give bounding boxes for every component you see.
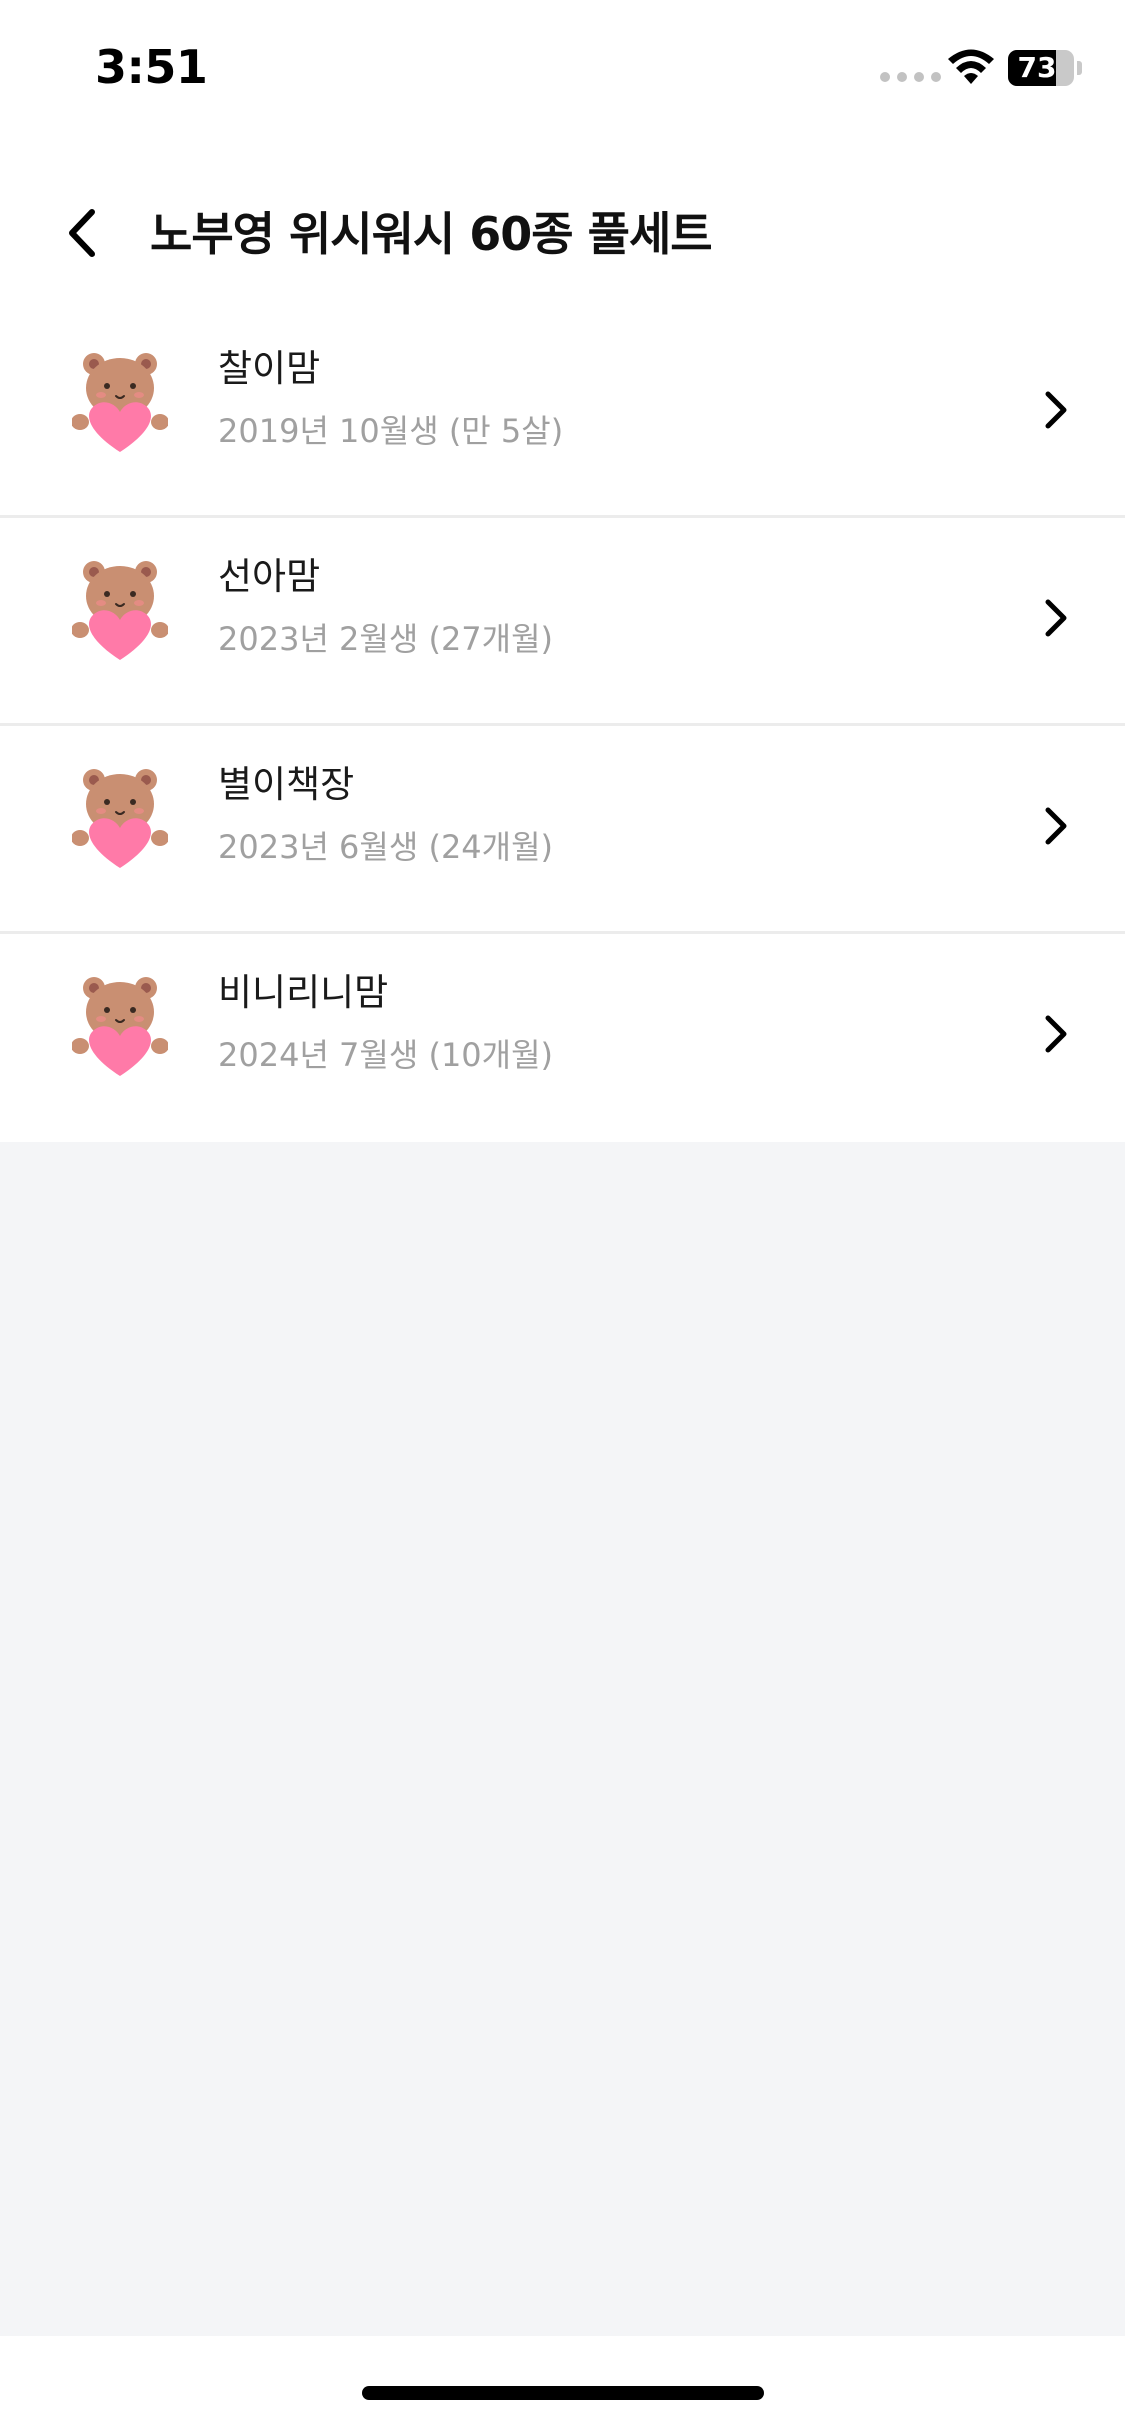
user-name: 선아맘: [218, 555, 321, 598]
bear-heart-avatar: [71, 764, 169, 874]
user-child-info: 2023년 2월생 (27개월): [218, 620, 554, 658]
page-title: 노부영 위시워시 60종 풀세트: [150, 207, 713, 261]
list-item[interactable]: 찰이맘 2019년 10월생 (만 5살): [0, 310, 1125, 518]
battery-percent: 73: [1017, 51, 1057, 84]
list-item[interactable]: 비니리니맘 2024년 7월생 (10개월): [0, 934, 1125, 1142]
cellular-signal-icon: [880, 72, 941, 82]
user-name: 비니리니맘: [218, 971, 389, 1014]
header: 노부영 위시워시 60종 풀세트: [0, 150, 1125, 310]
chevron-right-icon: [1045, 599, 1067, 637]
user-child-info: 2019년 10월생 (만 5살): [218, 412, 564, 450]
user-name: 찰이맘: [218, 347, 321, 390]
wifi-icon: [948, 49, 994, 84]
user-child-info: 2023년 6월생 (24개월): [218, 828, 554, 866]
home-bar-area: [0, 2336, 1125, 2436]
battery-cap: [1077, 61, 1082, 75]
bear-heart-avatar: [71, 972, 169, 1082]
list-item[interactable]: 선아맘 2023년 2월생 (27개월): [0, 518, 1125, 726]
user-list: 찰이맘 2019년 10월생 (만 5살) 선아맘 2023년 2월생 (27개…: [0, 310, 1125, 1142]
list-item[interactable]: 별이책장 2023년 6월생 (24개월): [0, 726, 1125, 934]
chevron-left-icon: [69, 209, 95, 257]
bear-heart-avatar: [71, 556, 169, 666]
bear-heart-avatar: [71, 348, 169, 458]
chevron-right-icon: [1045, 391, 1067, 429]
user-name: 별이책장: [218, 763, 355, 806]
status-bar: 3:51 73: [0, 0, 1125, 150]
chevron-right-icon: [1045, 807, 1067, 845]
user-child-info: 2024년 7월생 (10개월): [218, 1036, 554, 1074]
back-button[interactable]: [50, 198, 120, 268]
chevron-right-icon: [1045, 1015, 1067, 1053]
status-time: 3:51: [95, 40, 208, 94]
battery-icon: 73: [1008, 50, 1074, 86]
home-indicator[interactable]: [362, 2386, 764, 2400]
